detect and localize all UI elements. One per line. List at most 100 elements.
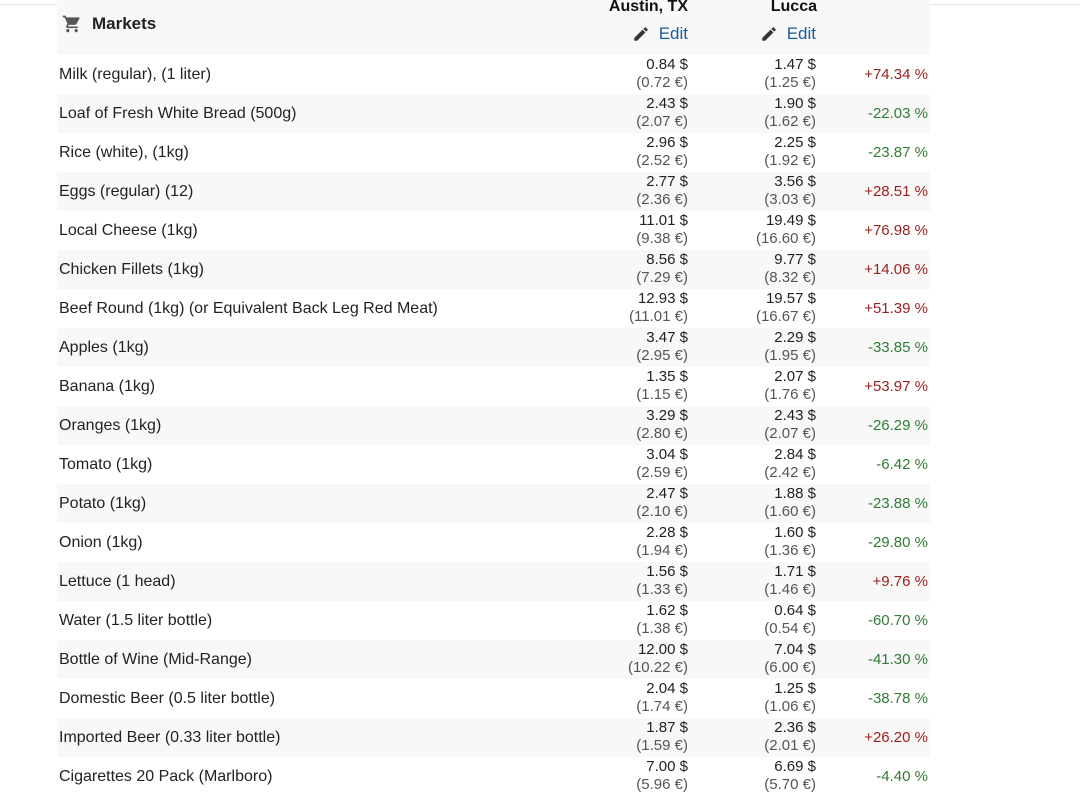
table-row: Onion (1kg) 2.28 $ (1.94 €) 1.60 $ (1.36 €) -…	[57, 523, 930, 562]
austin-price-usd: 7.00 $	[646, 758, 688, 775]
lucca-price: 19.49 $ (16.60 €)	[756, 212, 816, 248]
austin-price-eur: (1.15 €)	[636, 386, 688, 403]
table-row: Beef Round (1kg) (or Equivalent Back Leg…	[57, 289, 930, 328]
table-row: Rice (white), (1kg) 2.96 $ (2.52 €) 2.25 $(…	[57, 133, 930, 172]
austin-price-usd: 2.77 $	[646, 173, 688, 190]
austin-price-eur: (2.80 €)	[636, 425, 688, 442]
austin-price-eur: (2.36 €)	[636, 191, 688, 208]
lucca-price-usd: 1.47 $	[774, 56, 816, 73]
austin-price-usd: 1.62 $	[646, 602, 688, 619]
austin-price: 3.04 $ (2.59 €)	[636, 446, 688, 482]
item-name: Loaf of Fresh White Bread (500g)	[59, 105, 297, 122]
price-comparison-table: Markets Austin, TX Lucca Edit Edit Milk …	[57, 0, 930, 796]
edit-austin-button[interactable]: Edit	[632, 24, 688, 44]
lucca-price-eur: (16.60 €)	[755, 230, 816, 247]
austin-price-usd: 1.35 $	[646, 368, 688, 385]
austin-price-eur: (2.59 €)	[636, 464, 688, 481]
item-name: Lettuce (1 head)	[59, 573, 176, 590]
price-difference: -4.40 %	[876, 768, 928, 785]
lucca-price-usd: 2.43 $	[774, 407, 816, 424]
table-row: Apples (1kg) 3.47 $ (2.95 €) 2.29 $ (1.95 €)…	[57, 328, 930, 367]
lucca-price: 3.56 $ (3.03 €)	[764, 173, 816, 209]
lucca-price-eur: (1.62 €)	[764, 113, 816, 130]
table-row: Banana (1kg) 1.35 $ (1.15 €) 2.07 $ (1.76 €)…	[57, 367, 930, 406]
edit-label: Edit	[658, 24, 688, 43]
lucca-price-eur: (1.95 €)	[764, 347, 816, 364]
item-name: Onion (1kg)	[59, 534, 143, 551]
lucca-price-usd: 19.57 $	[765, 290, 816, 307]
lucca-price-eur: (1.06 €)	[764, 698, 816, 715]
table-row: Potato (1kg) 2.47 $ (2.10 €) 1.88 $ (1.60 €)…	[57, 484, 930, 523]
lucca-price: 1.88 $ (1.60 €)	[764, 485, 816, 521]
lucca-price-eur: (2.01 €)	[764, 737, 816, 754]
price-difference: -60.70 %	[867, 612, 928, 629]
item-name: Apples (1kg)	[59, 339, 149, 356]
austin-price-eur: (1.38 €)	[636, 620, 688, 637]
lucca-price: 2.36 $ (2.01 €)	[764, 719, 816, 755]
item-name: Eggs (regular) (12)	[59, 183, 194, 200]
lucca-price-eur: (6.00 €)	[764, 659, 816, 676]
table-row: Cigarettes 20 Pack (Marlboro) 7.00 $ (5.96…	[57, 757, 930, 796]
austin-price-usd: 3.29 $	[646, 407, 688, 424]
austin-price-usd: 2.28 $	[646, 524, 688, 541]
austin-price: 12.93 $ (11.01 €)	[629, 290, 688, 326]
lucca-price: 2.07 $ (1.76 €)	[764, 368, 816, 404]
austin-price-usd: 2.43 $	[646, 95, 688, 112]
lucca-price-eur: (16.67 €)	[755, 308, 816, 325]
austin-price: 3.29 $ (2.80 €)	[636, 407, 688, 443]
table-row: Tomato (1kg) 3.04 $ (2.59 €) 2.84 $ (2.42 €)…	[57, 445, 930, 484]
austin-price-eur: (10.22 €)	[627, 659, 688, 676]
price-difference: -22.03 %	[867, 105, 928, 122]
item-name: Oranges (1kg)	[59, 417, 162, 434]
item-name: Potato (1kg)	[59, 495, 147, 512]
price-difference: -6.42 %	[876, 456, 928, 473]
austin-price-eur: (5.96 €)	[636, 776, 688, 793]
lucca-price-usd: 7.04 $	[774, 641, 816, 658]
lucca-price-usd: 1.25 $	[774, 680, 816, 697]
austin-price-usd: 2.04 $	[646, 680, 688, 697]
price-difference: +76.98 %	[864, 222, 928, 239]
austin-price: 7.00 $ (5.96 €)	[636, 758, 688, 794]
price-difference: -23.87 %	[867, 144, 928, 161]
austin-price-usd: 2.96 $	[646, 134, 688, 151]
table-row: Domestic Beer (0.5 liter bottle) 2.04 $ (1…	[57, 679, 930, 718]
price-difference: +28.51 %	[864, 183, 928, 200]
lucca-price-eur: (1.76 €)	[764, 386, 816, 403]
item-name: Cigarettes 20 Pack (Marlboro)	[59, 768, 273, 785]
table-row: Imported Beer (0.33 liter bottle) 1.87 $(…	[57, 718, 930, 757]
austin-price: 1.56 $ (1.33 €)	[636, 563, 688, 599]
pencil-icon	[761, 27, 776, 41]
item-name: Tomato (1kg)	[59, 456, 153, 473]
lucca-price-usd: 1.90 $	[774, 95, 816, 112]
item-name: Local Cheese (1kg)	[59, 222, 198, 239]
austin-price: 8.56 $ (7.29 €)	[636, 251, 688, 287]
austin-price-usd: 11.01 $	[639, 212, 688, 229]
lucca-price-eur: (5.70 €)	[764, 776, 816, 793]
lucca-price: 1.90 $ (1.62 €)	[764, 95, 816, 131]
lucca-price-eur: (0.54 €)	[764, 620, 816, 637]
austin-price: 12.00 $ (10.22 €)	[628, 641, 688, 677]
lucca-price-eur: (2.42 €)	[764, 464, 816, 481]
austin-price-usd: 12.93 $	[637, 290, 688, 307]
edit-lucca-button[interactable]: Edit	[760, 24, 816, 44]
austin-price-usd: 3.04 $	[646, 446, 688, 463]
lucca-price-usd: 2.07 $	[774, 368, 816, 385]
austin-price: 11.01 $ (9.38 €)	[636, 212, 688, 248]
city-lucca-label: Lucca	[770, 0, 817, 15]
price-difference: -41.30 %	[867, 651, 928, 668]
item-name: Domestic Beer (0.5 liter bottle)	[59, 690, 276, 707]
austin-price-eur: (9.38 €)	[636, 230, 688, 247]
lucca-price: 6.69 $ (5.70 €)	[764, 758, 816, 794]
table-row: Local Cheese (1kg) 11.01 $ (9.38 €) 19.49 $…	[57, 211, 930, 250]
austin-price: 3.47 $ (2.95 €)	[636, 329, 688, 365]
lucca-price-usd: 9.77 $	[774, 251, 816, 268]
austin-price-eur: (2.10 €)	[636, 503, 688, 520]
lucca-price: 2.43 $ (2.07 €)	[764, 407, 816, 443]
austin-price-eur: (1.59 €)	[636, 737, 688, 754]
austin-price-usd: 2.47 $	[646, 485, 688, 502]
edit-label: Edit	[786, 24, 816, 43]
item-name: Imported Beer (0.33 liter bottle)	[59, 729, 281, 746]
price-difference: +26.20 %	[864, 729, 928, 746]
lucca-price-eur: (1.36 €)	[764, 542, 816, 559]
austin-price: 2.28 $ (1.94 €)	[636, 524, 688, 560]
